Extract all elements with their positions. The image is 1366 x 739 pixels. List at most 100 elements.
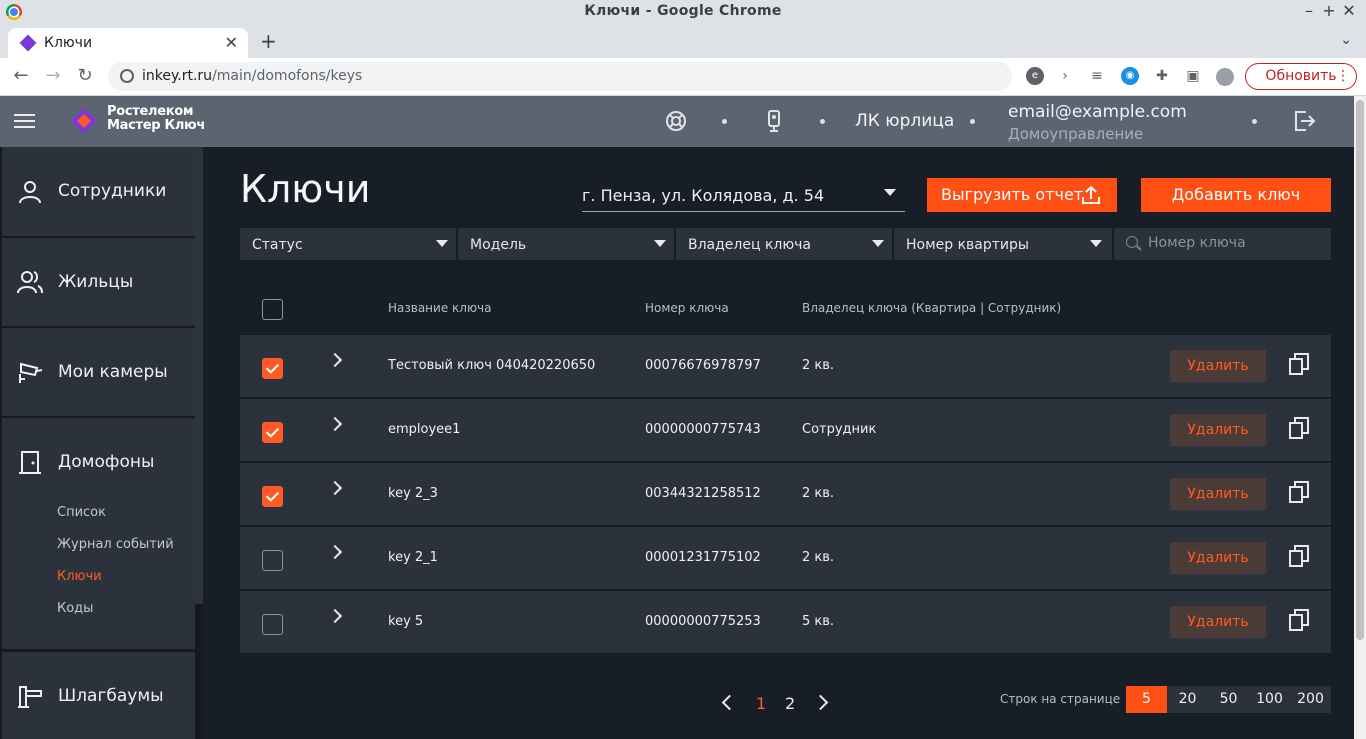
- hamburger-menu-icon[interactable]: [14, 112, 35, 130]
- rows-option-50[interactable]: 50: [1208, 686, 1249, 713]
- logout-icon[interactable]: [1292, 109, 1316, 133]
- intercom-header-icon[interactable]: [762, 109, 786, 133]
- column-key-number[interactable]: Номер ключа: [645, 301, 729, 315]
- rows-option-20[interactable]: 20: [1167, 686, 1208, 713]
- chevron-right-icon[interactable]: [327, 352, 343, 368]
- address-toolbar: ← → ↻ inkey.rt.ru/main/domofons/keys e ›…: [0, 58, 1366, 96]
- rows-per-page-selector: 5 20 50 100 200: [1126, 686, 1331, 713]
- tab-search-icon[interactable]: ⌄: [1340, 32, 1352, 48]
- select-all-checkbox[interactable]: [262, 299, 283, 320]
- address-select[interactable]: г. Пенза, ул. Колядова, д. 54: [582, 178, 905, 212]
- chevron-right-icon[interactable]: [327, 480, 343, 496]
- chevron-right-icon[interactable]: [327, 416, 343, 432]
- chevron-right-icon[interactable]: [327, 544, 343, 560]
- logo-text: Ростелеком Мастер Ключ: [107, 105, 205, 133]
- scrollbar-thumb[interactable]: [1356, 100, 1364, 640]
- table-row[interactable]: key 5 00000000775253 5 кв. Удалить: [240, 591, 1331, 653]
- table-row[interactable]: key 2_1 00001231775102 2 кв. Удалить: [240, 527, 1331, 589]
- submenu-keys[interactable]: Ключи: [57, 569, 102, 584]
- profile-avatar-icon[interactable]: [1216, 68, 1234, 86]
- key-owner-cell: 5 кв.: [802, 614, 835, 629]
- sidebar-scrollbar[interactable]: [195, 147, 203, 604]
- url-text[interactable]: inkey.rt.ru/main/domofons/keys: [142, 68, 362, 84]
- owner-filter[interactable]: Владелец ключа: [676, 228, 894, 260]
- submenu-codes[interactable]: Коды: [57, 601, 93, 616]
- forward-icon[interactable]: →: [42, 65, 64, 86]
- page-scrollbar[interactable]: [1354, 96, 1366, 739]
- extension-icon[interactable]: e: [1026, 67, 1044, 85]
- row-checkbox[interactable]: [262, 550, 283, 571]
- side-panel-icon[interactable]: ▣: [1184, 67, 1202, 85]
- key-owner-cell: Сотрудник: [802, 422, 877, 437]
- close-window-icon[interactable]: ✕: [1338, 1, 1360, 20]
- owner-filter-label: Владелец ключа: [688, 237, 812, 253]
- delete-button[interactable]: Удалить: [1170, 478, 1266, 510]
- copy-icon[interactable]: [1288, 416, 1310, 440]
- minimize-icon[interactable]: –: [1298, 1, 1320, 20]
- add-key-button[interactable]: Добавить ключ: [1141, 178, 1331, 212]
- submenu-list[interactable]: Список: [57, 505, 106, 520]
- maximize-icon[interactable]: +: [1318, 1, 1340, 20]
- sidebar-item-employees[interactable]: Сотрудники: [2, 147, 195, 236]
- delete-button[interactable]: Удалить: [1170, 414, 1266, 446]
- page-1[interactable]: 1: [756, 694, 766, 713]
- table-row[interactable]: key 2_3 00344321258512 2 кв. Удалить: [240, 463, 1331, 525]
- table-row[interactable]: Тестовый ключ 040420220650 00076676978797…: [240, 335, 1331, 397]
- table-row[interactable]: employee1 00000000775743 Сотрудник Удалить: [240, 399, 1331, 461]
- copy-icon[interactable]: [1288, 544, 1310, 568]
- people-icon: [17, 271, 43, 294]
- sidebar-item-intercoms[interactable]: Домофоны Список Журнал событий Ключи Код…: [2, 418, 195, 649]
- row-checkbox[interactable]: [262, 614, 283, 635]
- key-number-cell: 00344321258512: [645, 486, 761, 501]
- back-icon[interactable]: ←: [10, 65, 32, 86]
- delete-button[interactable]: Удалить: [1170, 542, 1266, 574]
- browser-tab[interactable]: Ключи ✕: [8, 28, 248, 58]
- row-checkbox[interactable]: [262, 358, 283, 379]
- sidebar-item-residents[interactable]: Жильцы: [2, 238, 195, 326]
- support-icon[interactable]: [664, 109, 688, 133]
- page-2[interactable]: 2: [785, 694, 795, 713]
- account-type[interactable]: ЛК юрлица: [855, 111, 954, 131]
- reading-list-icon[interactable]: ≡: [1088, 67, 1106, 85]
- model-filter[interactable]: Модель: [458, 228, 676, 260]
- tab-title: Ключи: [44, 35, 93, 51]
- address-bar[interactable]: inkey.rt.ru/main/domofons/keys: [108, 62, 1012, 91]
- person-icon: [19, 181, 41, 204]
- kebab-icon[interactable]: ⋮: [1336, 64, 1350, 88]
- user-email[interactable]: email@example.com: [1008, 102, 1187, 122]
- rows-option-200[interactable]: 200: [1290, 686, 1331, 713]
- status-filter[interactable]: Статус: [240, 228, 458, 260]
- row-checkbox[interactable]: [262, 486, 283, 507]
- rows-option-100[interactable]: 100: [1249, 686, 1290, 713]
- copy-icon[interactable]: [1288, 480, 1310, 504]
- submenu-events[interactable]: Журнал событий: [57, 537, 174, 552]
- key-number-search[interactable]: [1114, 228, 1331, 260]
- column-key-name[interactable]: Название ключа: [388, 301, 492, 315]
- separator-dot: [722, 119, 727, 124]
- copy-icon[interactable]: [1288, 352, 1310, 376]
- key-number-search-input[interactable]: [1148, 235, 1318, 251]
- new-tab-icon[interactable]: +: [260, 29, 277, 53]
- delete-button[interactable]: Удалить: [1170, 606, 1266, 638]
- rows-option-5[interactable]: 5: [1126, 686, 1167, 713]
- sidebar-item-cameras[interactable]: Мои камеры: [2, 328, 195, 416]
- chevron-right-icon[interactable]: [327, 608, 343, 624]
- site-info-icon[interactable]: [120, 69, 134, 83]
- delete-button[interactable]: Удалить: [1170, 350, 1266, 382]
- tab-close-icon[interactable]: ✕: [225, 33, 238, 52]
- next-page-icon[interactable]: [812, 694, 829, 711]
- puzzle-icon[interactable]: ✚: [1153, 67, 1171, 85]
- extension-arrow-icon[interactable]: ›: [1056, 67, 1074, 85]
- update-button[interactable]: Обновить ⋮: [1245, 63, 1357, 90]
- translate-extension-icon[interactable]: ◉: [1121, 67, 1139, 85]
- row-checkbox[interactable]: [262, 422, 283, 443]
- separator-dot: [820, 119, 825, 124]
- reload-icon[interactable]: ↻: [74, 65, 96, 86]
- column-key-owner[interactable]: Владелец ключа (Квартира | Сотрудник): [802, 301, 1061, 315]
- tab-strip: Ключи ✕ + ⌄: [0, 24, 1366, 58]
- prev-page-icon[interactable]: [721, 694, 738, 711]
- copy-icon[interactable]: [1288, 608, 1310, 632]
- export-report-button[interactable]: Выгрузить отчет: [927, 178, 1117, 212]
- sidebar-item-barriers[interactable]: Шлагбаумы: [2, 652, 195, 739]
- apartment-filter[interactable]: Номер квартиры: [894, 228, 1114, 260]
